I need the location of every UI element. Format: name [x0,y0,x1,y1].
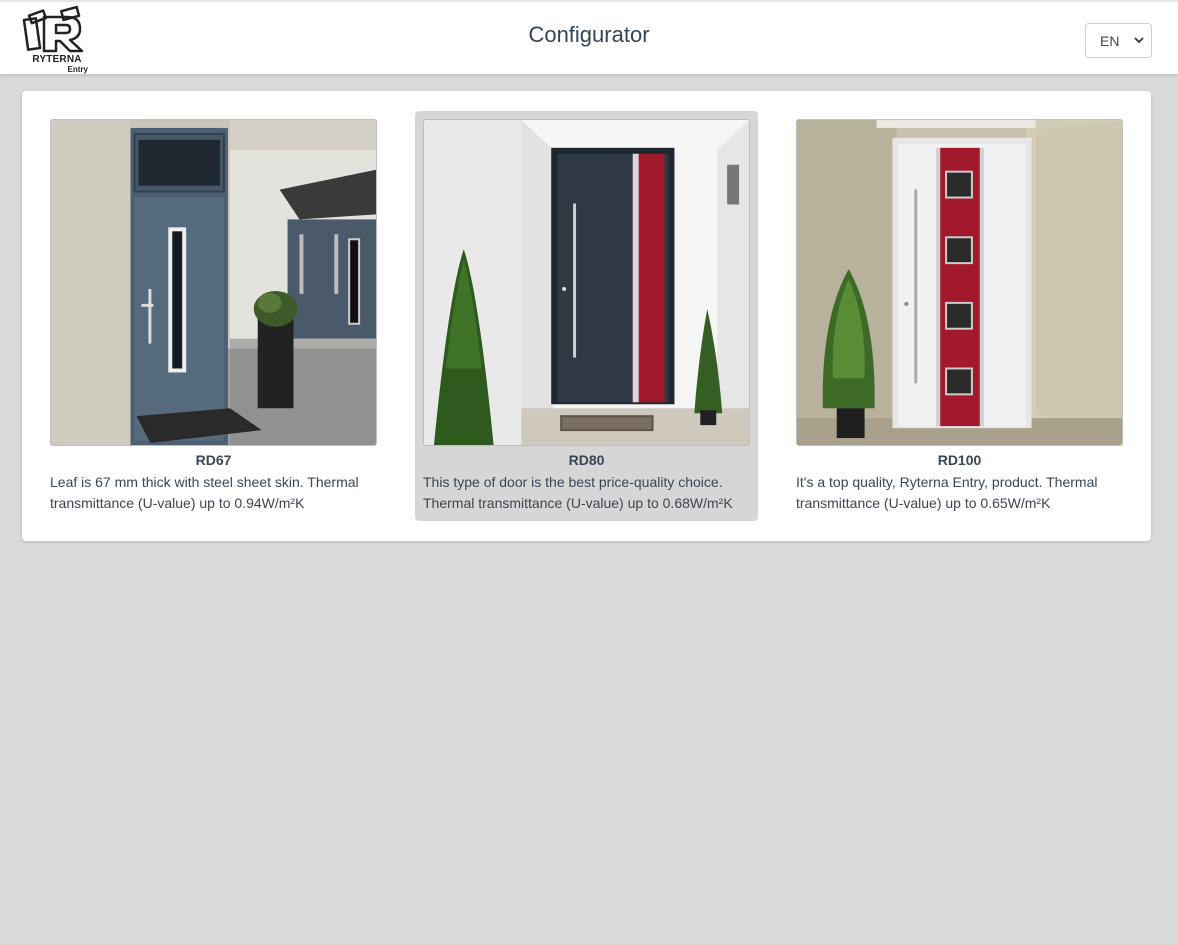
door-photo [424,120,749,445]
language-select[interactable]: EN [1085,23,1152,58]
product-card-rd100[interactable]: RD100 It's a top quality, Ryterna Entry,… [788,111,1131,521]
top-header: RYTERNA Entry Configurator EN [0,0,1178,75]
logo-subtitle: Entry [67,65,88,74]
product-card-rd80[interactable]: RD80 This type of door is the best price… [415,111,758,521]
product-panel: RD67 Leaf is 67 mm thick with steel shee… [22,91,1151,541]
product-image-rd100[interactable] [796,119,1123,446]
page-title: Configurator [528,22,650,47]
product-image-rd80[interactable] [423,119,750,446]
logo-wordmark: RYTERNA [32,54,82,65]
product-description: It's a top quality, Ryterna Entry, produ… [796,474,1098,511]
product-card-rd67[interactable]: RD67 Leaf is 67 mm thick with steel shee… [42,111,385,521]
product-name: RD100 [937,452,982,468]
product-image-rd67[interactable] [50,119,377,446]
door-photo [797,120,1122,445]
product-description: This type of door is the best price-qual… [423,474,733,511]
product-description: Leaf is 67 mm thick with steel sheet ski… [50,474,359,511]
product-name: RD67 [195,452,232,468]
door-photo [51,120,376,445]
product-name: RD80 [568,452,605,468]
